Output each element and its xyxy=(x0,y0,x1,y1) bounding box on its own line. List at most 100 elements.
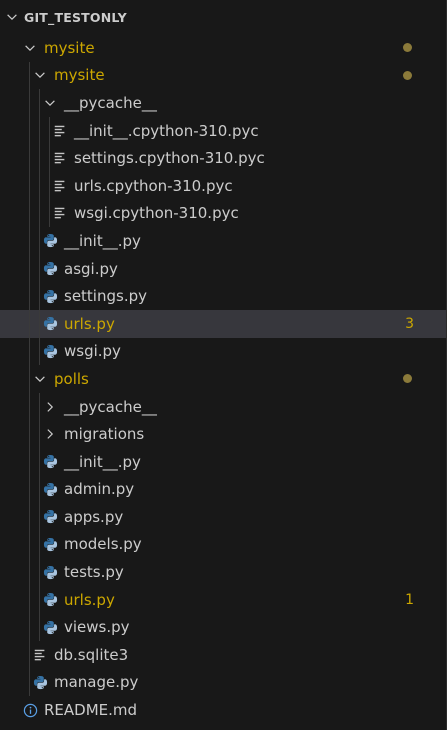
python-icon xyxy=(42,536,58,552)
indent-guide xyxy=(39,227,40,255)
tree-item-label: tests.py xyxy=(64,563,124,582)
indent-guide xyxy=(39,337,40,366)
indent-guide xyxy=(39,558,40,586)
info-icon xyxy=(22,702,38,718)
tree-item-label: __init__.py xyxy=(64,231,141,250)
indent-guide xyxy=(39,447,40,476)
indent-guide xyxy=(29,558,30,586)
lines-file-icon xyxy=(52,178,68,194)
tree-file-row[interactable]: urls.py 3 xyxy=(0,309,446,338)
indent-guide xyxy=(39,530,40,559)
tree-folder-row[interactable]: mysite xyxy=(0,34,446,62)
indent-guide xyxy=(29,392,30,421)
python-icon xyxy=(42,261,58,277)
tree-file-row[interactable]: __init__.py xyxy=(0,227,446,255)
tree-item-label: asgi.py xyxy=(64,259,118,278)
indent-guide xyxy=(39,475,40,504)
indent-guide xyxy=(29,309,30,338)
tree-folder-row[interactable]: migrations xyxy=(0,420,446,448)
tree-file-row[interactable]: wsgi.py xyxy=(0,337,446,366)
tree-file-row[interactable]: admin.py xyxy=(0,475,446,504)
indent-guide xyxy=(29,337,30,366)
python-icon xyxy=(42,233,58,249)
explorer-panel: GIT_TESTONLY mysite mysite __pycache__ __in… xyxy=(0,0,447,730)
tree-file-row[interactable]: asgi.py xyxy=(0,254,446,283)
tree-file-row[interactable]: tests.py xyxy=(0,558,446,586)
tree-item-label: __init__.cpython-310.pyc xyxy=(74,121,259,140)
python-icon xyxy=(42,592,58,608)
tree-folder-row[interactable]: mysite xyxy=(0,61,446,90)
tree-file-row[interactable]: settings.cpython-310.pyc xyxy=(0,144,446,172)
indent-guide xyxy=(29,89,30,117)
tree-item-label: README.md xyxy=(44,701,138,720)
indent-guide xyxy=(39,503,40,531)
tree-item-label: mysite xyxy=(44,38,95,57)
python-icon xyxy=(32,674,48,690)
problem-count-badge: 1 xyxy=(405,591,414,608)
python-icon xyxy=(42,509,58,525)
indent-guide xyxy=(29,585,30,614)
tree-file-row[interactable]: urls.py 1 xyxy=(0,585,446,614)
python-icon xyxy=(42,481,58,497)
chevron-down-icon[interactable] xyxy=(22,40,38,56)
indent-guide xyxy=(39,171,40,200)
indent-guide xyxy=(29,199,30,228)
tree-file-row[interactable]: manage.py xyxy=(0,668,446,697)
indent-guide xyxy=(39,392,40,421)
indent-guide xyxy=(39,420,40,448)
lines-file-icon xyxy=(32,647,48,663)
chevron-down-icon[interactable] xyxy=(32,67,48,83)
indent-guide xyxy=(39,144,40,172)
indent-guide xyxy=(39,585,40,614)
tree-item-label: wsgi.py xyxy=(64,342,121,361)
chevron-right-icon[interactable] xyxy=(42,426,58,442)
problem-count-badge: 3 xyxy=(405,315,414,332)
indent-guide xyxy=(39,309,40,338)
tree-item-label: polls xyxy=(54,369,89,388)
indent-guide xyxy=(29,116,30,145)
file-tree: mysite mysite __pycache__ __init__.cpython-… xyxy=(0,34,446,724)
tree-file-row[interactable]: wsgi.cpython-310.pyc xyxy=(0,199,446,228)
tree-file-row[interactable]: README.md xyxy=(0,696,446,724)
indent-guide xyxy=(39,613,40,642)
tree-item-label: urls.py xyxy=(64,590,115,609)
chevron-down-icon[interactable] xyxy=(42,95,58,111)
indent-guide xyxy=(29,447,30,476)
tree-file-row[interactable]: __init__.py xyxy=(0,447,446,476)
chevron-down-icon[interactable] xyxy=(4,8,20,26)
tree-item-label: migrations xyxy=(64,425,145,444)
indent-guide xyxy=(29,171,30,200)
tree-item-label: mysite xyxy=(54,66,105,85)
tree-item-label: db.sqlite3 xyxy=(54,645,129,664)
lines-file-icon xyxy=(52,205,68,221)
explorer-section-header[interactable]: GIT_TESTONLY xyxy=(0,0,446,34)
indent-guide xyxy=(29,61,30,90)
indent-guide xyxy=(39,254,40,283)
tree-file-row[interactable]: __init__.cpython-310.pyc xyxy=(0,116,446,145)
tree-file-row[interactable]: models.py xyxy=(0,530,446,559)
indent-guide xyxy=(29,144,30,172)
chevron-right-icon[interactable] xyxy=(42,399,58,415)
tree-file-row[interactable]: settings.py xyxy=(0,282,446,310)
indent-guide xyxy=(29,641,30,669)
indent-guide xyxy=(39,282,40,310)
tree-file-row[interactable]: db.sqlite3 xyxy=(0,641,446,669)
tree-folder-row[interactable]: __pycache__ xyxy=(0,392,446,421)
indent-guide xyxy=(49,171,50,200)
tree-folder-row[interactable]: __pycache__ xyxy=(0,89,446,117)
modified-dot-indicator xyxy=(403,70,412,80)
indent-guide xyxy=(29,613,30,642)
tree-item-label: __pycache__ xyxy=(64,397,157,416)
tree-file-row[interactable]: urls.cpython-310.pyc xyxy=(0,171,446,200)
indent-guide xyxy=(29,475,30,504)
python-icon xyxy=(42,564,58,580)
indent-guide xyxy=(29,503,30,531)
tree-file-row[interactable]: views.py xyxy=(0,613,446,642)
tree-folder-row[interactable]: polls xyxy=(0,365,446,393)
tree-file-row[interactable]: apps.py xyxy=(0,503,446,531)
lines-file-icon xyxy=(52,150,68,166)
indent-guide xyxy=(29,530,30,559)
lines-file-icon xyxy=(52,123,68,139)
indent-guide xyxy=(29,282,30,310)
chevron-down-icon[interactable] xyxy=(32,371,48,387)
